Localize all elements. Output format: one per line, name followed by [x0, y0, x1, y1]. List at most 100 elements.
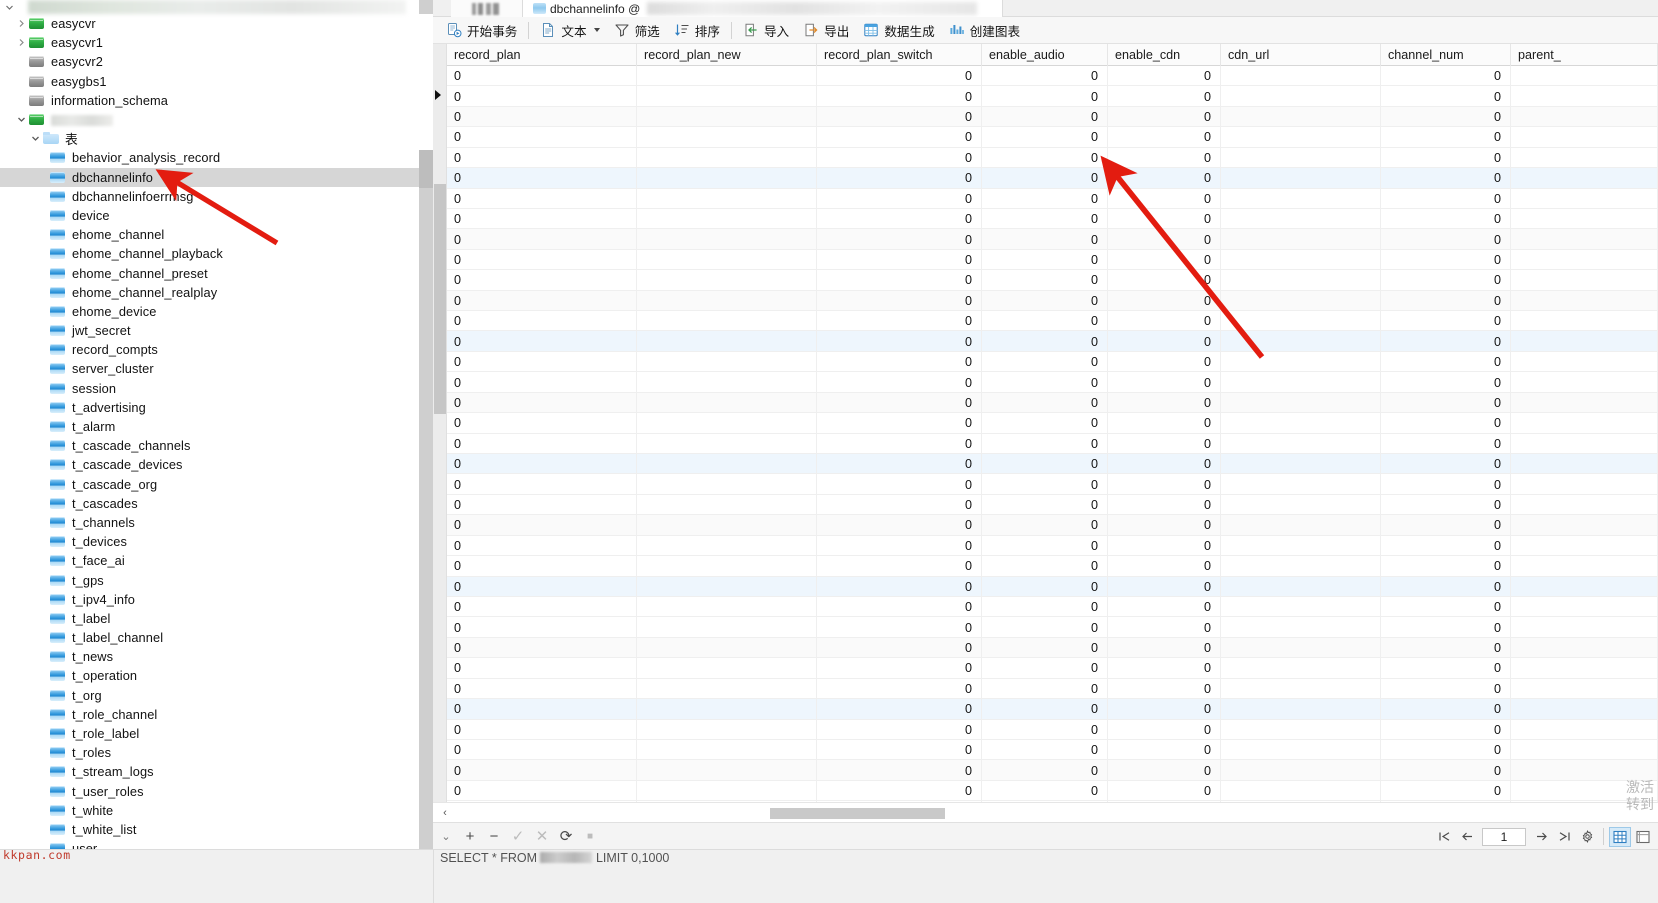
table-row[interactable]: 00000: [447, 290, 1658, 312]
table-row[interactable]: 00000: [447, 392, 1658, 414]
table-row[interactable]: 00000: [447, 637, 1658, 659]
table-row[interactable]: 00000: [435, 86, 1658, 107]
grid-cell-enable_audio[interactable]: 0: [982, 576, 1108, 597]
table-row[interactable]: 00000: [447, 433, 1658, 455]
grid-cell-enable_audio[interactable]: 0: [982, 168, 1108, 189]
form-view-button[interactable]: [1632, 827, 1654, 847]
grid-cell-record_plan_switch[interactable]: 0: [817, 556, 982, 577]
stop-button[interactable]: ■: [579, 825, 601, 847]
grid-cell-record_plan[interactable]: 0: [447, 556, 637, 577]
grid-cell-channel_num[interactable]: 0: [1381, 372, 1511, 393]
grid-cell-enable_cdn[interactable]: 0: [1108, 658, 1221, 679]
grid-cell-enable_cdn[interactable]: 0: [1108, 208, 1221, 230]
grid-cell-enable_cdn[interactable]: 0: [1108, 760, 1221, 781]
grid-cell-channel_num[interactable]: 0: [1381, 760, 1511, 781]
grid-cell-enable_audio[interactable]: 0: [982, 699, 1108, 720]
grid-cell-parent_[interactable]: [1511, 494, 1658, 516]
grid-cell-enable_cdn[interactable]: 0: [1108, 249, 1221, 271]
table-row[interactable]: 00000: [447, 494, 1658, 516]
table-row[interactable]: 00000: [447, 106, 1658, 128]
grid-cell-cdn_url[interactable]: [1221, 168, 1381, 189]
grid-cell-record_plan_new[interactable]: [637, 311, 817, 332]
grid-cell-enable_cdn[interactable]: 0: [1108, 66, 1221, 87]
grid-cell-record_plan_new[interactable]: [637, 86, 817, 107]
grid-column-header-parent_[interactable]: parent_: [1511, 44, 1658, 66]
grid-cell-record_plan_new[interactable]: [637, 208, 817, 230]
tree-table-t_face_ai[interactable]: t_face_ai: [0, 551, 419, 570]
grid-cell-channel_num[interactable]: 0: [1381, 780, 1511, 802]
grid-cell-parent_[interactable]: [1511, 637, 1658, 659]
grid-cell-record_plan_new[interactable]: [637, 658, 817, 679]
grid-cell-record_plan[interactable]: 0: [447, 188, 637, 209]
grid-cell-enable_audio[interactable]: 0: [982, 719, 1108, 740]
table-row[interactable]: 00000: [447, 699, 1658, 720]
grid-cell-channel_num[interactable]: 0: [1381, 699, 1511, 720]
grid-cell-enable_cdn[interactable]: 0: [1108, 576, 1221, 597]
grid-cell-record_plan[interactable]: 0: [447, 576, 637, 597]
grid-cell-parent_[interactable]: [1511, 576, 1658, 597]
grid-view-button[interactable]: [1609, 826, 1631, 847]
grid-cell-enable_audio[interactable]: 0: [982, 535, 1108, 557]
tree-root-connection[interactable]: [0, 0, 419, 14]
grid-cell-enable_audio[interactable]: 0: [982, 86, 1108, 107]
grid-cell-record_plan_new[interactable]: [637, 780, 817, 802]
grid-cell-record_plan_switch[interactable]: 0: [817, 392, 982, 414]
grid-cell-record_plan[interactable]: 0: [447, 168, 637, 189]
grid-cell-enable_audio[interactable]: 0: [982, 739, 1108, 761]
data-generate-button[interactable]: 数据生成: [856, 19, 941, 41]
grid-cell-record_plan[interactable]: 0: [447, 290, 637, 312]
grid-cell-cdn_url[interactable]: [1221, 331, 1381, 352]
tree-table-t_cascades[interactable]: t_cascades: [0, 494, 419, 513]
grid-cell-record_plan[interactable]: 0: [447, 637, 637, 659]
tree-table-t_advertising[interactable]: t_advertising: [0, 398, 419, 417]
grid-cell-enable_audio[interactable]: 0: [982, 515, 1108, 536]
tree-item-database-blurred[interactable]: [0, 110, 419, 129]
grid-cell-enable_audio[interactable]: 0: [982, 678, 1108, 700]
grid-cell-enable_audio[interactable]: 0: [982, 556, 1108, 577]
pagination-controls[interactable]: 1: [1433, 823, 1654, 850]
text-view-button[interactable]: 文本: [533, 19, 606, 41]
tree-table-t_cascade_org[interactable]: t_cascade_org: [0, 475, 419, 494]
table-row[interactable]: 00000: [447, 760, 1658, 781]
table-row[interactable]: 00000: [447, 208, 1658, 230]
database-tree-panel[interactable]: easycvr easycvr1 easycvr2 easygbs1 informati…: [0, 0, 419, 903]
grid-cell-cdn_url[interactable]: [1221, 433, 1381, 455]
grid-cell-parent_[interactable]: [1511, 188, 1658, 209]
tree-table-t_alarm[interactable]: t_alarm: [0, 417, 419, 436]
grid-cell-channel_num[interactable]: 0: [1381, 474, 1511, 495]
data-grid[interactable]: record_plan record_plan_new record_plan_sw…: [433, 44, 1658, 802]
grid-cell-record_plan_new[interactable]: [637, 351, 817, 373]
grid-cell-record_plan_switch[interactable]: 0: [817, 433, 982, 455]
grid-cell-record_plan_switch[interactable]: 0: [817, 760, 982, 781]
grid-cell-channel_num[interactable]: 0: [1381, 188, 1511, 209]
grid-cell-record_plan_new[interactable]: [637, 413, 817, 434]
grid-cell-parent_[interactable]: [1511, 208, 1658, 230]
tree-table-t_ipv4_info[interactable]: t_ipv4_info: [0, 590, 419, 609]
grid-row-gutter[interactable]: [433, 44, 447, 802]
grid-cell-channel_num[interactable]: 0: [1381, 658, 1511, 679]
scrollbar-track-top[interactable]: [419, 14, 433, 150]
grid-cell-record_plan_switch[interactable]: 0: [817, 311, 982, 332]
tree-item-information_schema[interactable]: information_schema: [0, 91, 419, 110]
grid-cell-record_plan[interactable]: 0: [447, 66, 637, 87]
grid-cell-record_plan_switch[interactable]: 0: [817, 127, 982, 148]
grid-cell-enable_audio[interactable]: 0: [982, 188, 1108, 209]
grid-cell-record_plan[interactable]: 0: [447, 270, 637, 291]
table-row[interactable]: 00000: [447, 311, 1658, 332]
tab-object[interactable]: [451, 0, 523, 17]
grid-cell-record_plan_switch[interactable]: 0: [817, 535, 982, 557]
grid-cell-record_plan[interactable]: 0: [447, 454, 637, 475]
grid-cell-enable_audio[interactable]: 0: [982, 106, 1108, 128]
grid-column-header-enable_cdn[interactable]: enable_cdn: [1108, 44, 1221, 66]
grid-cell-enable_audio[interactable]: 0: [982, 474, 1108, 495]
grid-cell-channel_num[interactable]: 0: [1381, 596, 1511, 618]
table-row[interactable]: 00000: [447, 270, 1658, 291]
grid-cell-record_plan[interactable]: 0: [447, 249, 637, 271]
grid-cell-enable_cdn[interactable]: 0: [1108, 168, 1221, 189]
record-edit-buttons[interactable]: ⌄ + − ✓ ✕ ⟳ ■: [433, 825, 601, 847]
grid-cell-channel_num[interactable]: 0: [1381, 576, 1511, 597]
grid-cell-cdn_url[interactable]: [1221, 188, 1381, 209]
grid-cell-record_plan_new[interactable]: [637, 270, 817, 291]
grid-cell-channel_num[interactable]: 0: [1381, 66, 1511, 87]
grid-cell-enable_audio[interactable]: 0: [982, 270, 1108, 291]
